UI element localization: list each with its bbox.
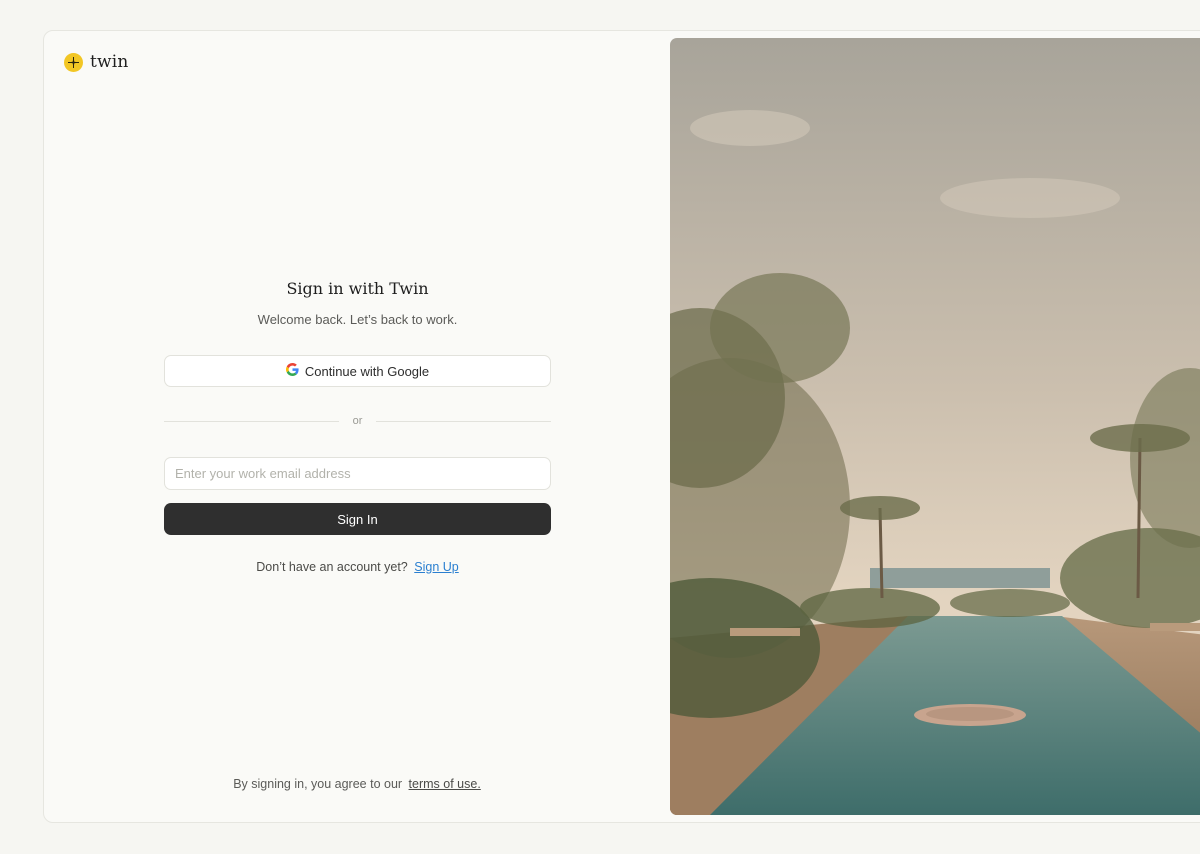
continue-with-google-button[interactable]: Continue with Google (164, 355, 551, 387)
brand[interactable]: twin (64, 51, 129, 73)
sign-in-button[interactable]: Sign In (164, 503, 551, 535)
no-account-text: Don’t have an account yet? (256, 560, 408, 574)
terms-of-use-link[interactable]: terms of use. (409, 777, 481, 791)
page-subtitle: Welcome back. Let’s back to work. (257, 312, 458, 327)
hero-photo (670, 38, 1200, 815)
divider-line (164, 420, 339, 422)
google-icon (285, 363, 299, 379)
terms-notice: By signing in, you agree to our terms of… (44, 777, 670, 791)
signup-prompt: Don’t have an account yet? Sign Up (164, 560, 551, 574)
terms-text: By signing in, you agree to our (233, 777, 403, 791)
sign-up-link[interactable]: Sign Up (414, 560, 458, 574)
brand-name: twin (90, 52, 129, 72)
signin-card: twin Sign in with Twin Welcome back. Let… (43, 30, 1200, 823)
or-divider: or (164, 415, 551, 427)
signin-form: Sign in with Twin Welcome back. Let’s ba… (164, 279, 551, 574)
divider-label: or (352, 415, 363, 427)
google-button-label: Continue with Google (304, 363, 430, 379)
page-title: Sign in with Twin (286, 279, 429, 298)
divider-line (376, 420, 551, 422)
email-field[interactable] (164, 457, 551, 490)
twin-logo-icon (64, 52, 83, 72)
